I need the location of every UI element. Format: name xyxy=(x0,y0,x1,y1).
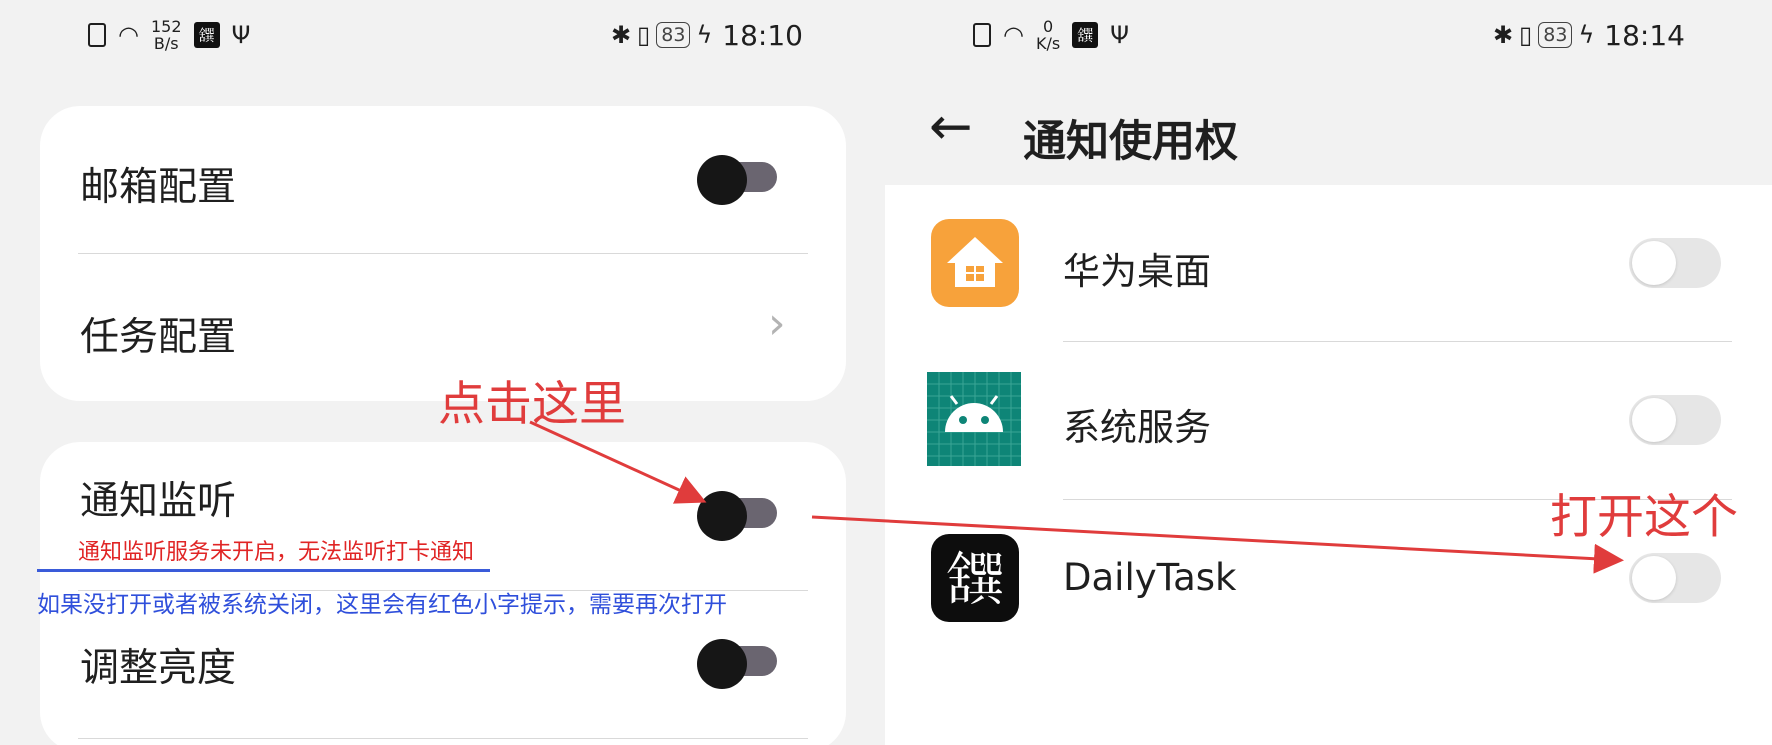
divider xyxy=(78,738,808,739)
dailytask-notification-icon: 𦧸 xyxy=(193,22,220,48)
android-icon xyxy=(927,372,1021,466)
sim-alert-icon xyxy=(88,23,106,47)
vibrate-icon: ▯ xyxy=(1519,21,1533,49)
sim-alert-icon xyxy=(973,23,991,47)
clock: 18:14 xyxy=(1604,18,1685,52)
divider xyxy=(78,253,808,254)
dailytask-notification-icon: 𦧸 xyxy=(1072,22,1099,48)
annotation-click-here: 点击这里 xyxy=(438,377,626,432)
system-service-toggle[interactable] xyxy=(1629,395,1721,445)
wifi-icon: ◠ xyxy=(1003,21,1024,49)
usb-icon: Ψ xyxy=(1110,21,1130,49)
notify-listen-label: 通知监听 xyxy=(80,479,237,524)
annotation-underline xyxy=(37,569,490,572)
huawei-home-toggle[interactable] xyxy=(1629,238,1721,288)
back-arrow-icon[interactable]: ← xyxy=(929,101,973,153)
brightness-label: 调整亮度 xyxy=(80,646,237,691)
mail-config-label: 邮箱配置 xyxy=(80,165,237,210)
app-label: DailyTask xyxy=(1063,556,1237,599)
title-bar: ← 通知使用权 xyxy=(885,85,1772,185)
wifi-icon: ◠ xyxy=(118,21,139,49)
left-screenshot: ◠ 152 B/s 𦧸 Ψ ✱ ▯ 83 ϟ 18:10 邮箱配置 任务配置 › xyxy=(0,0,885,745)
page-title: 通知使用权 xyxy=(1023,117,1238,167)
bluetooth-icon: ✱ xyxy=(610,21,632,49)
notify-listen-warning: 通知监听服务未开启，无法监听打卡通知 xyxy=(78,540,475,565)
brightness-toggle[interactable] xyxy=(697,639,779,689)
vibrate-icon: ▯ xyxy=(637,21,651,49)
battery-indicator: 83 xyxy=(1538,22,1573,48)
dailytask-icon: 𦧸 xyxy=(931,534,1019,622)
chevron-right-icon: › xyxy=(768,298,786,349)
charging-icon: ϟ xyxy=(696,21,713,49)
task-config-label: 任务配置 xyxy=(80,315,237,360)
notification-access-list: 华为桌面 系统服务 𦧸 DailyTask xyxy=(885,185,1772,745)
mail-config-toggle[interactable] xyxy=(697,155,779,205)
divider xyxy=(1063,341,1732,342)
huawei-home-icon xyxy=(931,219,1019,307)
settings-card-config: 邮箱配置 任务配置 › xyxy=(40,106,846,401)
app-label: 系统服务 xyxy=(1063,406,1211,449)
notify-listen-toggle[interactable] xyxy=(697,491,779,541)
network-speed: 152 B/s xyxy=(150,17,182,53)
status-bar: ◠ 0 K/s 𦧸 Ψ ✱ ▯ 83 ϟ 18:14 xyxy=(973,10,1685,60)
dailytask-toggle[interactable] xyxy=(1629,553,1721,603)
annotation-blue-note: 如果没打开或者被系统关闭，这里会有红色小字提示，需要再次打开 xyxy=(37,592,727,618)
charging-icon: ϟ xyxy=(1578,21,1595,49)
right-screenshot: ◠ 0 K/s 𦧸 Ψ ✱ ▯ 83 ϟ 18:14 ← 通知使用权 华为桌面 … xyxy=(885,0,1772,745)
battery-indicator: 83 xyxy=(656,22,691,48)
bluetooth-icon: ✱ xyxy=(1492,21,1514,49)
status-bar: ◠ 152 B/s 𦧸 Ψ ✱ ▯ 83 ϟ 18:10 xyxy=(88,10,803,60)
usb-icon: Ψ xyxy=(231,21,251,49)
annotation-turn-this-on: 打开这个 xyxy=(1550,490,1738,545)
clock: 18:10 xyxy=(722,18,803,52)
app-label: 华为桌面 xyxy=(1063,250,1211,293)
network-speed: 0 K/s xyxy=(1035,17,1061,53)
